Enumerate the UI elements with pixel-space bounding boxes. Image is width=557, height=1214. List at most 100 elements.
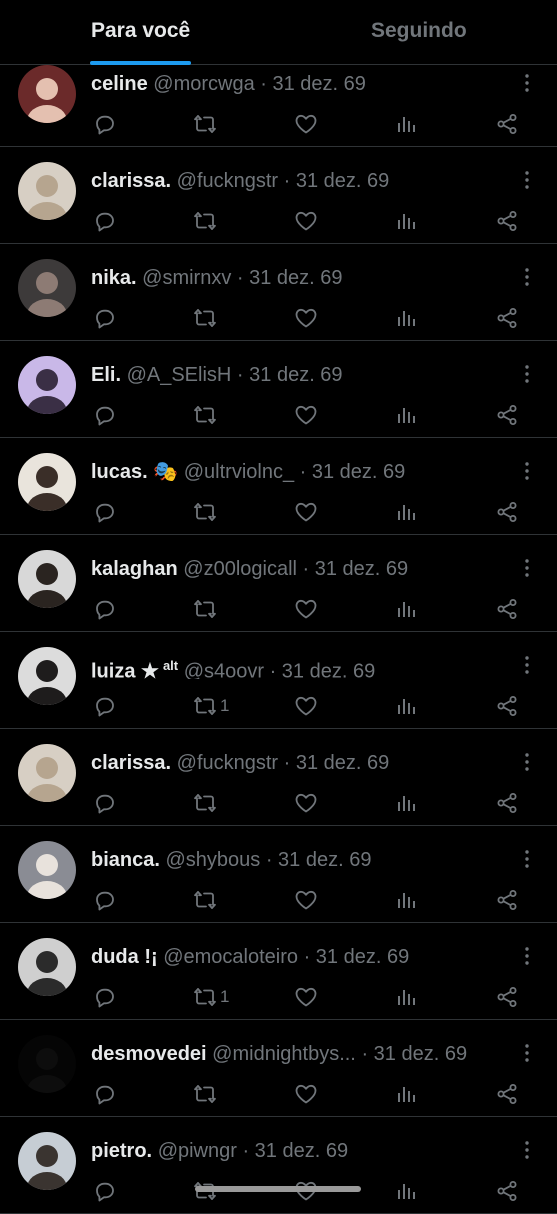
username-handle[interactable]: @smirnxv xyxy=(142,267,231,289)
more-options-icon[interactable] xyxy=(519,265,535,289)
retweet-button[interactable]: 1 xyxy=(192,691,229,721)
home-indicator[interactable] xyxy=(195,1186,361,1192)
post-row[interactable]: nika. @smirnxv · 31 dez. 69 xyxy=(0,245,557,341)
reply-icon[interactable] xyxy=(93,303,117,333)
post-row[interactable]: kalaghan @z00logicall · 31 dez. 69 xyxy=(0,536,557,632)
reply-icon[interactable] xyxy=(93,885,117,915)
share-icon[interactable] xyxy=(495,788,519,818)
like-icon[interactable] xyxy=(293,982,319,1012)
like-icon[interactable] xyxy=(293,400,319,430)
reply-icon[interactable] xyxy=(93,400,117,430)
more-options-icon[interactable] xyxy=(519,71,535,95)
like-icon[interactable] xyxy=(293,885,319,915)
reply-icon[interactable] xyxy=(93,788,117,818)
views-icon[interactable] xyxy=(395,788,419,818)
share-icon[interactable] xyxy=(495,1079,519,1109)
share-icon[interactable] xyxy=(495,1176,519,1206)
post-row[interactable]: celine @morcwga · 31 dez. 69 xyxy=(0,51,557,147)
more-options-icon[interactable] xyxy=(519,944,535,968)
views-icon[interactable] xyxy=(395,303,419,333)
retweet-button[interactable] xyxy=(192,497,218,527)
reply-icon[interactable] xyxy=(93,109,117,139)
more-options-icon[interactable] xyxy=(519,362,535,386)
retweet-button[interactable] xyxy=(192,206,218,236)
views-icon[interactable] xyxy=(395,691,419,721)
retweet-button[interactable] xyxy=(192,788,218,818)
username-handle[interactable]: @shybous xyxy=(165,849,260,871)
more-options-icon[interactable] xyxy=(519,750,535,774)
display-name[interactable]: bianca. xyxy=(91,849,160,871)
username-handle[interactable]: @A_SElisH xyxy=(127,364,232,386)
post-row[interactable]: desmovedei @midnightbys... · 31 dez. 69 xyxy=(0,1021,557,1117)
display-name[interactable]: duda !¡ xyxy=(91,946,158,968)
display-name[interactable]: lucas. xyxy=(91,461,148,483)
like-icon[interactable] xyxy=(293,206,319,236)
username-handle[interactable]: @s4oovr xyxy=(184,661,264,679)
views-icon[interactable] xyxy=(395,885,419,915)
reply-icon[interactable] xyxy=(93,206,117,236)
share-icon[interactable] xyxy=(495,109,519,139)
share-icon[interactable] xyxy=(495,885,519,915)
retweet-button[interactable]: 1 xyxy=(192,982,229,1012)
post-row[interactable]: bianca. @shybous · 31 dez. 69 xyxy=(0,827,557,923)
like-icon[interactable] xyxy=(293,788,319,818)
like-icon[interactable] xyxy=(293,594,319,624)
post-row[interactable]: Eli. @A_SElisH · 31 dez. 69 xyxy=(0,342,557,438)
tab-seguindo[interactable]: Seguindo xyxy=(371,19,467,43)
username-handle[interactable]: @piwngr xyxy=(158,1140,237,1162)
retweet-button[interactable] xyxy=(192,885,218,915)
share-icon[interactable] xyxy=(495,594,519,624)
display-name[interactable]: celine xyxy=(91,73,148,95)
like-icon[interactable] xyxy=(293,691,319,721)
display-name[interactable]: nika. xyxy=(91,267,137,289)
more-options-icon[interactable] xyxy=(519,168,535,192)
more-options-icon[interactable] xyxy=(519,653,535,677)
more-options-icon[interactable] xyxy=(519,1041,535,1065)
share-icon[interactable] xyxy=(495,497,519,527)
display-name[interactable]: kalaghan xyxy=(91,558,178,580)
like-icon[interactable] xyxy=(293,303,319,333)
post-row[interactable]: clarissa. @fuckngstr · 31 dez. 69 xyxy=(0,148,557,244)
like-icon[interactable] xyxy=(293,1079,319,1109)
reply-icon[interactable] xyxy=(93,982,117,1012)
display-name[interactable]: clarissa. xyxy=(91,170,171,192)
more-options-icon[interactable] xyxy=(519,1138,535,1162)
share-icon[interactable] xyxy=(495,982,519,1012)
reply-icon[interactable] xyxy=(93,1079,117,1109)
reply-icon[interactable] xyxy=(93,594,117,624)
views-icon[interactable] xyxy=(395,982,419,1012)
like-icon[interactable] xyxy=(293,497,319,527)
username-handle[interactable]: @ultrviolnc_ xyxy=(184,461,294,483)
retweet-button[interactable] xyxy=(192,109,218,139)
tab-para-voce[interactable]: Para você xyxy=(91,19,190,43)
retweet-button[interactable] xyxy=(192,303,218,333)
username-handle[interactable]: @emocaloteiro xyxy=(163,946,298,968)
username-handle[interactable]: @morcwga xyxy=(153,73,254,95)
share-icon[interactable] xyxy=(495,400,519,430)
username-handle[interactable]: @midnightbys... xyxy=(212,1043,356,1065)
views-icon[interactable] xyxy=(395,206,419,236)
display-name[interactable]: pietro. xyxy=(91,1140,152,1162)
like-icon[interactable] xyxy=(293,109,319,139)
reply-icon[interactable] xyxy=(93,1176,117,1206)
reply-icon[interactable] xyxy=(93,691,117,721)
reply-icon[interactable] xyxy=(93,497,117,527)
more-options-icon[interactable] xyxy=(519,847,535,871)
retweet-button[interactable] xyxy=(192,1079,218,1109)
username-handle[interactable]: @fuckngstr xyxy=(177,170,278,192)
share-icon[interactable] xyxy=(495,206,519,236)
display-name[interactable]: luiza ★ xyxy=(91,661,159,679)
retweet-button[interactable] xyxy=(192,594,218,624)
views-icon[interactable] xyxy=(395,1079,419,1109)
display-name[interactable]: clarissa. xyxy=(91,752,171,774)
username-handle[interactable]: @z00logicall xyxy=(183,558,297,580)
views-icon[interactable] xyxy=(395,594,419,624)
views-icon[interactable] xyxy=(395,497,419,527)
post-row[interactable]: duda !¡ @emocaloteiro · 31 dez. 69 1 xyxy=(0,924,557,1020)
retweet-button[interactable] xyxy=(192,400,218,430)
share-icon[interactable] xyxy=(495,303,519,333)
views-icon[interactable] xyxy=(395,400,419,430)
more-options-icon[interactable] xyxy=(519,556,535,580)
share-icon[interactable] xyxy=(495,691,519,721)
post-row[interactable]: clarissa. @fuckngstr · 31 dez. 69 xyxy=(0,730,557,826)
